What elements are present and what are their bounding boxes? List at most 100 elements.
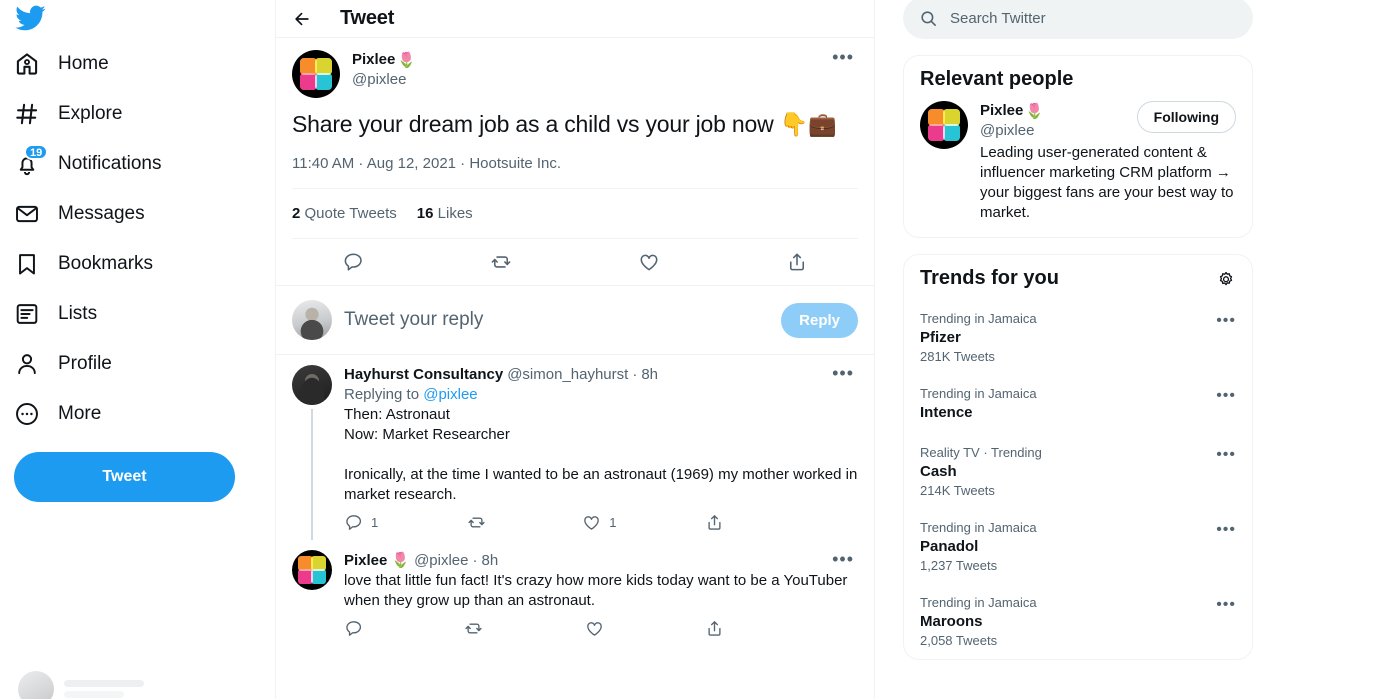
reply-text-paragraph-2: Ironically, at the time I wanted to be a… (344, 466, 858, 503)
compose-tweet-button[interactable]: Tweet (14, 452, 235, 502)
arrow-left-icon[interactable] (292, 9, 312, 29)
tweet-stats: 2 Quote Tweets 16 Likes (292, 189, 858, 238)
account-name-placeholder (64, 680, 144, 698)
trends-card: Trends for you Trending in Jamaica Pfize… (903, 254, 1253, 660)
trend-category: Trending in Jamaica (920, 595, 1037, 610)
trend-more-options-icon[interactable]: ••• (1216, 311, 1236, 329)
person-icon (14, 351, 40, 377)
reply-author-handle[interactable]: @pixlee (414, 551, 468, 571)
reply-author-handle[interactable]: @simon_hayhurst (507, 365, 628, 385)
author-handle[interactable]: @pixlee (352, 70, 816, 90)
person-handle[interactable]: @pixlee (980, 121, 1044, 141)
person-display-name[interactable]: Pixlee 🌷 (980, 101, 1044, 121)
trend-category: Reality TV · Trending (920, 445, 1042, 460)
following-button[interactable]: Following (1136, 101, 1236, 133)
trend-more-options-icon[interactable]: ••• (1216, 386, 1236, 404)
sidebar-item-notifications[interactable]: 19 Notifications (0, 140, 176, 188)
trends-title-row: Trends for you (904, 255, 1252, 300)
like-icon[interactable]: 1 (582, 513, 616, 532)
card-heading: Trends for you (920, 267, 1059, 289)
reply-text-line-1: Then: Astronaut (344, 406, 450, 423)
page-title: Tweet (340, 7, 395, 29)
quote-tweets-stat[interactable]: 2 Quote Tweets (292, 205, 397, 222)
replying-to-handle[interactable]: @pixlee (423, 386, 477, 403)
avatar (18, 671, 54, 699)
reply-text-paragraph: love that little fun fact! It's crazy ho… (344, 572, 848, 609)
reply-icon[interactable] (342, 251, 364, 273)
trend-item[interactable]: Trending in Jamaica Intence ••• (904, 375, 1252, 434)
sidebar-item-more[interactable]: More (0, 390, 115, 438)
pixlee-logo-avatar (292, 550, 332, 590)
hashtag-icon (14, 101, 40, 127)
trend-count: 214K Tweets (920, 483, 995, 498)
reply-tweet: Hayhurst Consultancy @simon_hayhurst · 8… (276, 355, 874, 540)
retweet-icon[interactable] (490, 251, 512, 273)
share-icon[interactable] (705, 513, 724, 532)
sidebar-item-profile[interactable]: Profile (0, 340, 126, 388)
trend-count: 1,237 Tweets (920, 558, 998, 573)
trend-item[interactable]: Reality TV · Trending Cash 214K Tweets •… (904, 434, 1252, 509)
trend-more-options-icon[interactable]: ••• (1216, 445, 1236, 463)
like-icon[interactable] (585, 619, 612, 638)
reply-input[interactable]: Tweet your reply (344, 309, 769, 331)
reply-author-name[interactable]: Hayhurst Consultancy (344, 365, 503, 385)
person-header: Pixlee 🌷 @pixlee Following (980, 101, 1236, 141)
reply-more-options-icon[interactable]: ••• (828, 364, 858, 382)
reply-author-row: Hayhurst Consultancy @simon_hayhurst · 8… (344, 364, 858, 385)
sidebar-item-explore[interactable]: Explore (0, 90, 136, 138)
tweet-timestamp[interactable]: 11:40 AM · Aug 12, 2021 · Hootsuite Inc. (292, 155, 858, 188)
trend-more-options-icon[interactable]: ••• (1216, 520, 1236, 538)
sidebar-item-bookmarks[interactable]: Bookmarks (0, 240, 167, 288)
sidebar-item-label: Profile (58, 353, 112, 374)
replying-to-prefix: Replying to (344, 386, 420, 403)
avatar[interactable] (920, 101, 968, 149)
trend-item[interactable]: Trending in Jamaica Pfizer 281K Tweets •… (904, 300, 1252, 375)
tulip-icon: 🌷 (1025, 102, 1045, 120)
like-count: 1 (609, 515, 617, 530)
gear-icon[interactable] (1216, 269, 1236, 289)
tweet-text-content: Share your dream job as a child vs your … (292, 111, 774, 137)
sidebar-item-messages[interactable]: Messages (0, 190, 159, 238)
tweet-text: Share your dream job as a child vs your … (292, 110, 858, 139)
column-header: Tweet (276, 0, 874, 38)
avatar-column (292, 365, 332, 540)
trend-more-options-icon[interactable]: ••• (1216, 595, 1236, 613)
sidebar-item-home[interactable]: Home (0, 40, 123, 88)
likes-stat[interactable]: 16 Likes (417, 205, 473, 222)
avatar[interactable] (292, 365, 332, 405)
reply-more-options-icon[interactable]: ••• (828, 550, 858, 568)
avatar[interactable] (292, 300, 332, 340)
share-icon[interactable] (786, 251, 808, 273)
reply-submit-button[interactable]: Reply (781, 302, 858, 338)
trend-item[interactable]: Trending in Jamaica Panadol 1,237 Tweets… (904, 509, 1252, 584)
trend-body: Trending in Jamaica Intence (920, 386, 1037, 424)
reply-icon[interactable] (344, 619, 371, 638)
relevant-person-row: Pixlee 🌷 @pixlee Following Leading user-… (904, 101, 1252, 237)
reply-composer[interactable]: Tweet your reply Reply (276, 285, 874, 355)
avatar-column (292, 550, 332, 646)
tweet-more-options-icon[interactable]: ••• (828, 48, 858, 66)
card-heading: Relevant people (920, 68, 1074, 90)
reply-author-name[interactable]: Pixlee (344, 551, 387, 571)
avatar[interactable] (292, 50, 340, 98)
sidebar-item-label: Home (58, 53, 109, 74)
reply-action-bar: 1 1 (344, 505, 784, 536)
retweet-icon[interactable] (464, 619, 491, 638)
trend-item[interactable]: Trending in Jamaica Maroons 2,058 Tweets… (904, 584, 1252, 659)
trend-category: Trending in Jamaica (920, 311, 1037, 326)
separator-dot: · (472, 552, 478, 569)
search-input[interactable] (950, 9, 1237, 27)
reply-icon[interactable]: 1 (344, 513, 378, 532)
retweet-icon[interactable] (467, 513, 494, 532)
account-switcher[interactable] (8, 659, 258, 699)
avatar[interactable] (292, 550, 332, 590)
twitter-logo-link[interactable] (0, 0, 263, 40)
author-display-name[interactable]: Pixlee 🌷 (352, 50, 816, 70)
like-icon[interactable] (638, 251, 660, 273)
search-bar[interactable] (903, 0, 1253, 39)
reply-tweet: Pixlee 🌷 @pixlee · 8h ••• love that litt… (276, 540, 874, 646)
share-icon[interactable] (705, 619, 724, 638)
sidebar-item-lists[interactable]: Lists (0, 290, 111, 338)
reply-timestamp[interactable]: 8h (641, 365, 658, 385)
reply-timestamp[interactable]: 8h (481, 551, 498, 571)
